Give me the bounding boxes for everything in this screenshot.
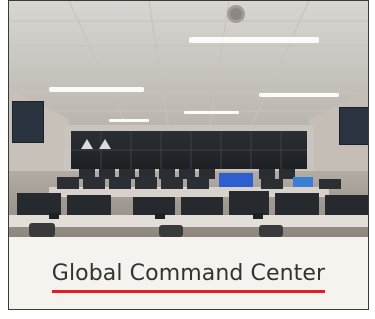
global-command-center-link[interactable]: Global Command Center xyxy=(51,261,326,294)
command-center-room-image xyxy=(9,1,368,237)
command-center-photo xyxy=(9,1,368,237)
feature-card[interactable]: Global Command Center xyxy=(8,0,369,310)
card-caption: Global Command Center xyxy=(9,237,368,309)
